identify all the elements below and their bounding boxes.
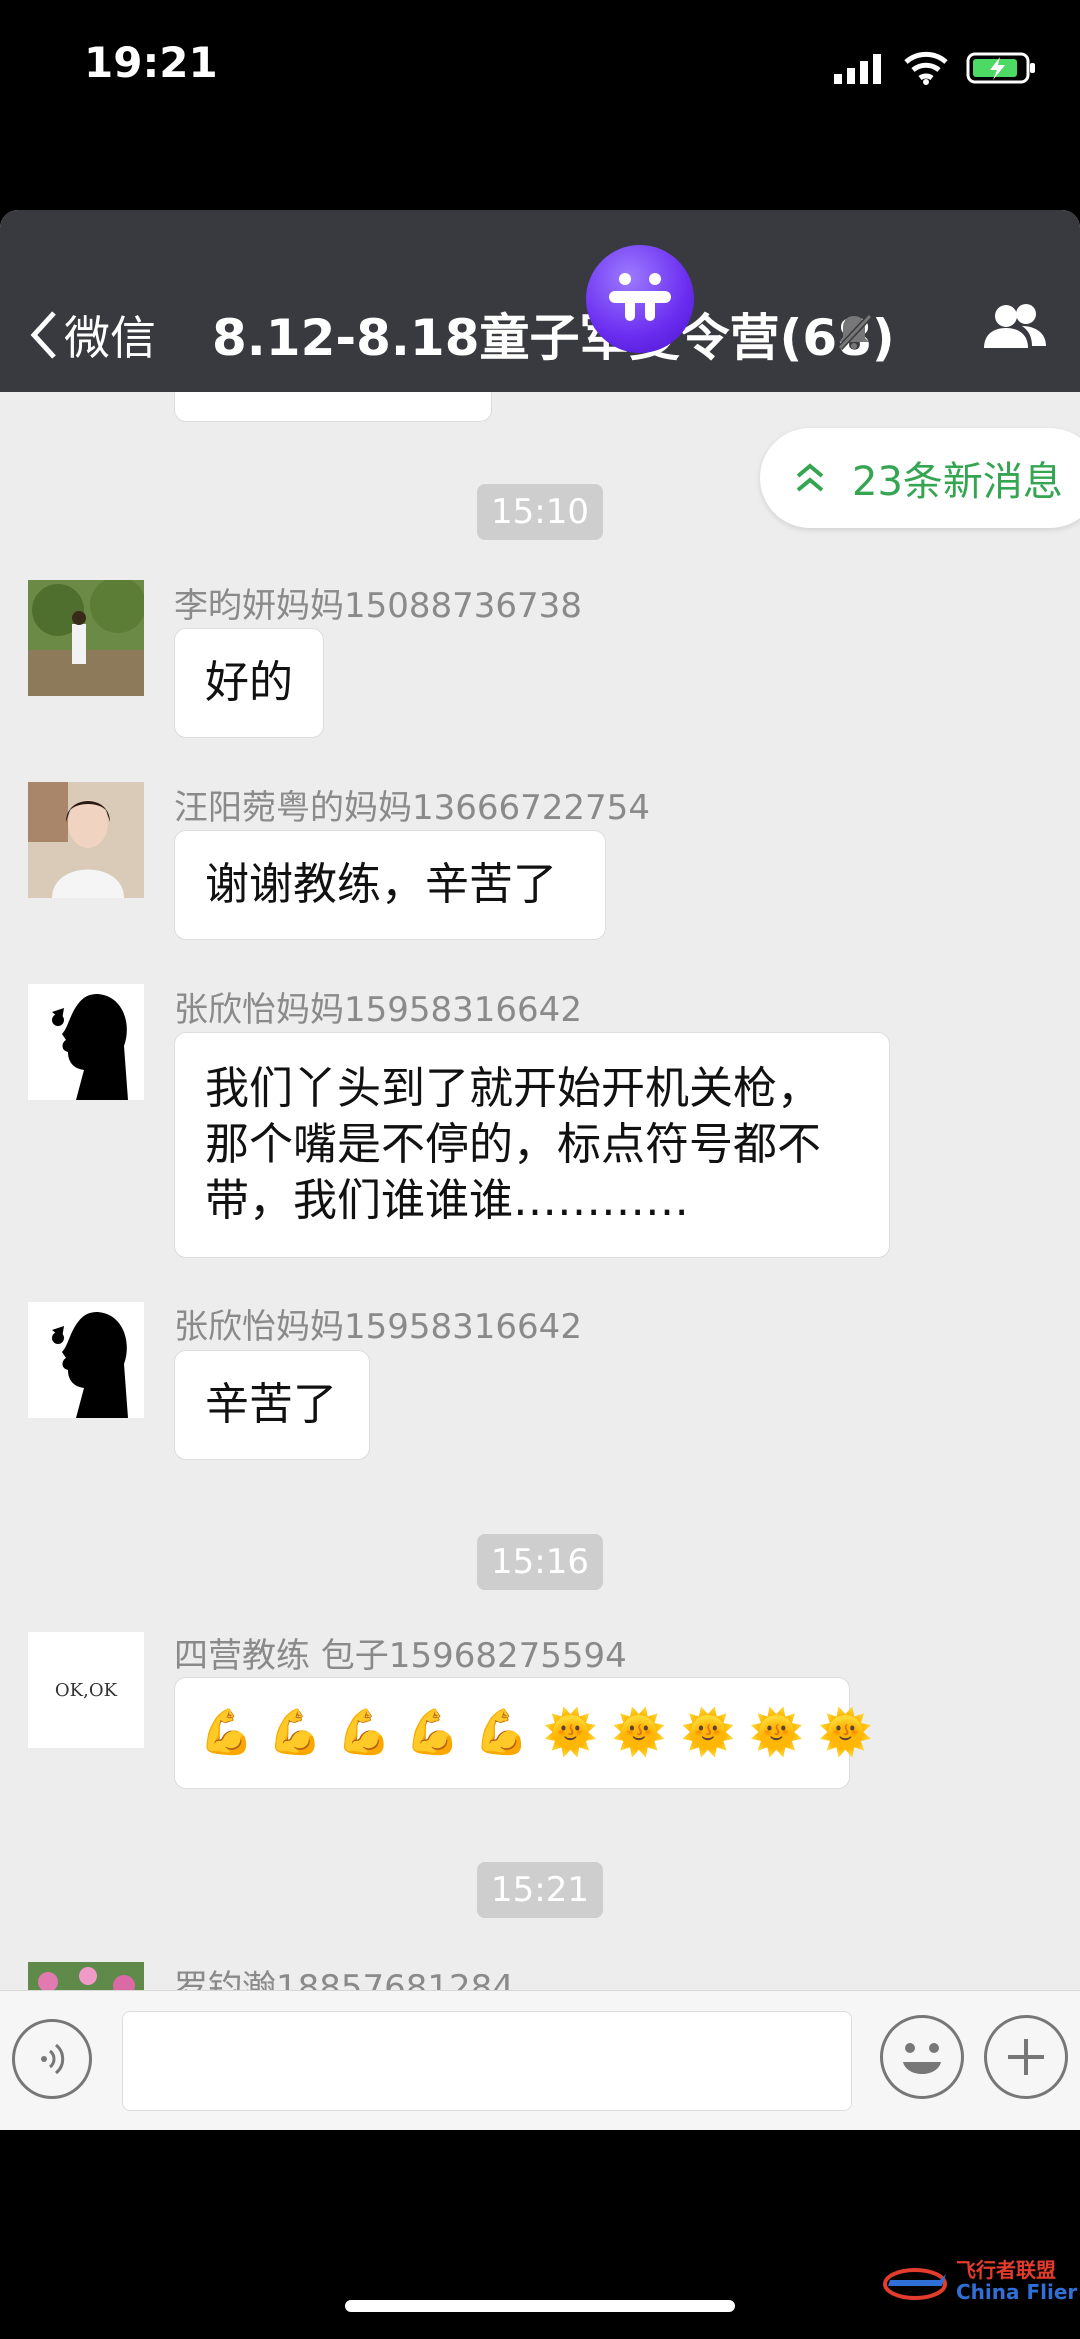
chat-area[interactable]: 23条新消息 15:10 李昀妍妈妈15088736738 好的 汪阳菀粤的妈妈… (0, 392, 1080, 1998)
silhouette-avatar (28, 1302, 144, 1418)
flexed-biceps-emoji: 💪 (474, 1707, 529, 1758)
avatar[interactable] (28, 580, 144, 696)
chevron-left-icon (30, 311, 56, 359)
message-bubble-partial (174, 392, 492, 422)
sun-face-emoji: 🌞 (749, 1707, 805, 1758)
voice-icon (41, 2043, 65, 2075)
sun-face-emoji: 🌞 (611, 1707, 667, 1758)
flexed-biceps-emoji: 💪 (267, 1707, 323, 1758)
wechat-screen: 微信 8.12-8.18童子军夏令营(68) 23条新消息 15:10 李昀妍妈… (0, 210, 1080, 2130)
sun-face-emoji: 🌞 (818, 1707, 873, 1758)
message-line: 我们丫头到了就开始开机关枪， (205, 1063, 821, 1114)
woman-photo-avatar (28, 782, 144, 898)
back-label: 微信 (64, 311, 156, 365)
message-line: 带，我们谁谁谁………… (205, 1175, 689, 1226)
flexed-biceps-emoji: 💪 (336, 1707, 392, 1758)
avatar[interactable] (28, 782, 144, 898)
timestamp: 15:10 (477, 484, 603, 540)
voice-input-button[interactable] (12, 2019, 92, 2099)
more-button[interactable] (984, 2015, 1068, 2099)
watermark-line2: China Flier (956, 2280, 1078, 2304)
back-button[interactable]: 微信 (28, 302, 156, 368)
message-text: 辛苦了 (205, 1379, 337, 1430)
input-bar (0, 1990, 1080, 2130)
message-bubble[interactable]: 好的 (174, 628, 324, 738)
message-bubble[interactable]: 💪 💪 💪 💪 💪 🌞 🌞 🌞 🌞 🌞 (174, 1677, 873, 1789)
navbar: 微信 8.12-8.18童子军夏令营(68) (0, 210, 1080, 392)
sun-face-emoji: 🌞 (680, 1707, 736, 1758)
flexed-biceps-emoji: 💪 (405, 1707, 461, 1758)
message-bubble[interactable]: 谢谢教练，辛苦了 (174, 830, 606, 940)
sender-name: 张欣怡妈妈15958316642 (174, 1307, 582, 1347)
chat-title: 8.12-8.18童子军夏令营(68) (212, 309, 895, 367)
message-input[interactable] (122, 2011, 852, 2111)
silhouette-avatar (28, 984, 144, 1100)
status-icons (834, 48, 1038, 88)
status-bar: 19:21 (0, 0, 1080, 130)
flexed-biceps-emoji: 💪 (199, 1707, 254, 1758)
okok-avatar-text: OK,OK (54, 1679, 118, 1701)
smiley-icon (903, 2043, 941, 2074)
signal-icon (834, 54, 881, 84)
floating-app-icon[interactable] (586, 245, 694, 353)
message-line: 那个嘴是不停的，标点符号都不 (205, 1119, 821, 1170)
sender-name: 四营教练 包子15968275594 (174, 1636, 627, 1676)
group-info-icon[interactable] (982, 302, 1048, 352)
battery-icon (966, 52, 1035, 84)
message-bubble[interactable]: 辛苦了 (174, 1350, 370, 1460)
avatar[interactable] (28, 1302, 144, 1418)
new-messages-label: 23条新消息 (852, 459, 1063, 505)
sun-face-emoji: 🌞 (542, 1707, 598, 1758)
avatar[interactable]: OK,OK (28, 1632, 144, 1748)
airplane-logo-icon (883, 2268, 947, 2300)
watermark: 飞行者联盟 China Flier (880, 2256, 1077, 2306)
message-bubble[interactable]: 我们丫头到了就开始开机关枪， 那个嘴是不停的，标点符号都不 带，我们谁谁谁………… (174, 1032, 890, 1258)
timestamp: 15:21 (477, 1862, 603, 1918)
watermark-line1: 飞行者联盟 (956, 2258, 1056, 2282)
smile-logo-icon (609, 273, 671, 321)
message-text: 好的 (205, 657, 293, 708)
timestamp: 15:16 (477, 1534, 603, 1590)
home-indicator (345, 2300, 735, 2312)
status-time: 19:21 (84, 38, 218, 87)
sender-name: 李昀妍妈妈15088736738 (174, 586, 582, 626)
plus-icon (1008, 2039, 1044, 2075)
wifi-icon (904, 51, 948, 85)
double-chevron-up-icon (796, 463, 824, 492)
outdoor-photo-avatar (28, 580, 144, 696)
sender-name: 汪阳菀粤的妈妈13666722754 (174, 788, 650, 828)
mute-icon (837, 313, 872, 350)
new-messages-pill[interactable]: 23条新消息 (760, 428, 1080, 528)
message-text: 谢谢教练，辛苦了 (205, 859, 557, 910)
sender-name: 张欣怡妈妈15958316642 (174, 990, 582, 1030)
avatar[interactable] (28, 984, 144, 1100)
emoji-button[interactable] (880, 2015, 964, 2099)
